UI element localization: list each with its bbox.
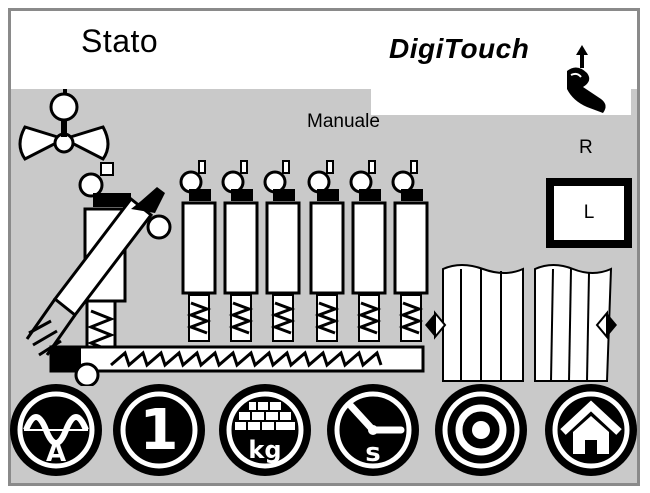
toolbar (11, 386, 637, 483)
main-conveyor (49, 345, 425, 386)
feeder-schematic (18, 89, 617, 386)
power-a-label: A (45, 438, 67, 468)
time-s-label: s (365, 438, 381, 468)
hmi-screen: Stato DigiTouch Manuale R L A 1 kg s (0, 0, 650, 493)
outlet-right (534, 264, 617, 382)
power-a-button[interactable]: A (10, 384, 102, 476)
dosing-unit (391, 160, 429, 342)
step-1-button[interactable]: 1 (113, 384, 205, 476)
target-ring-icon (442, 391, 520, 469)
dosing-unit (263, 160, 301, 342)
page-title: Stato (81, 23, 159, 59)
step-1-label: 1 (139, 398, 179, 463)
home-button[interactable] (545, 384, 637, 476)
dosing-unit (349, 160, 387, 342)
dosing-unit (307, 160, 345, 342)
dosing-unit (179, 160, 217, 342)
weight-kg-button[interactable]: kg (219, 384, 311, 476)
main-hopper (25, 162, 172, 363)
dosing-unit (221, 160, 259, 342)
time-s-button[interactable]: s (327, 384, 419, 476)
home-icon (552, 391, 630, 469)
dosing-units (179, 160, 429, 342)
outlet-left (425, 264, 524, 382)
fan-icon (18, 89, 110, 161)
weight-kg-label: kg (248, 436, 282, 464)
target-button[interactable] (435, 384, 527, 476)
